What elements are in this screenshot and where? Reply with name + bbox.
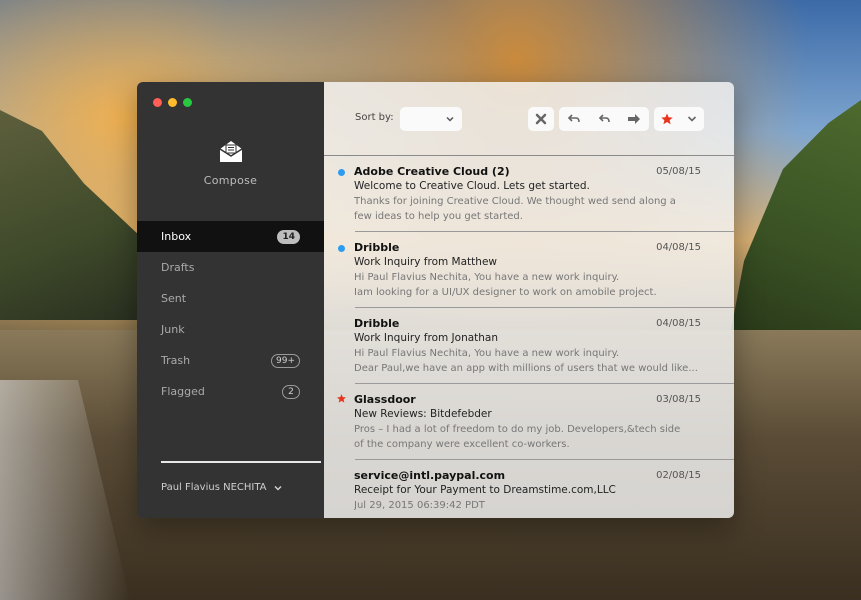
sidebar-item-sent[interactable]: Sent — [137, 283, 324, 314]
flagged-count-badge: 2 — [282, 384, 300, 399]
toolbar: Sort by: — [324, 82, 734, 156]
message-preview: Hi Paul Flavius Nechita, You have a new … — [354, 346, 704, 376]
delete-x-icon — [535, 113, 547, 125]
background-mountain-right — [731, 100, 861, 330]
preview-line: Hi Paul Flavius Nechita, You have a new … — [354, 348, 620, 359]
reply-button[interactable] — [559, 107, 589, 131]
reply-all-button[interactable] — [589, 107, 619, 131]
flag-button[interactable] — [654, 107, 679, 131]
compose-button[interactable]: Compose — [137, 138, 324, 187]
preview-line: Hi Paul Flavius Nechita, You have a new … — [354, 272, 620, 283]
reply-icon — [567, 114, 580, 123]
message-sender: service@intl.paypal.com — [354, 469, 506, 482]
message-date: 02/08/15 — [656, 470, 701, 481]
reply-group — [559, 107, 649, 131]
message-sender: Adobe Creative Cloud (2) — [354, 165, 510, 178]
message-list: Adobe Creative Cloud (2) 05/08/15 Welcom… — [324, 156, 734, 518]
sidebar-item-inbox[interactable]: Inbox 14 — [137, 221, 324, 252]
message-preview: Jul 29, 2015 06:39:42 PDT — [354, 498, 704, 513]
message-preview: Pros – I had a lot of freedom to do my j… — [354, 422, 704, 452]
message-sender: Glassdoor — [354, 393, 416, 406]
preview-line: Thanks for joining Creative Cloud. We th… — [354, 196, 676, 207]
chevron-down-icon — [273, 485, 282, 491]
sort-dropdown[interactable] — [400, 107, 462, 131]
mail-window: Compose Inbox 14 Drafts Sent Junk Trash … — [137, 82, 734, 518]
sort-label: Sort by: — [355, 112, 394, 123]
delete-button[interactable] — [528, 107, 554, 131]
sidebar-item-drafts[interactable]: Drafts — [137, 252, 324, 283]
preview-line: Iam looking for a UI/UX designer to work… — [354, 287, 657, 298]
sidebar: Compose Inbox 14 Drafts Sent Junk Trash … — [137, 82, 324, 518]
message-preview: Thanks for joining Creative Cloud. We th… — [354, 194, 704, 224]
message-date: 04/08/15 — [656, 318, 701, 329]
background-mountain-left — [0, 110, 140, 320]
forward-button[interactable] — [619, 107, 649, 131]
sidebar-item-trash[interactable]: Trash 99+ — [137, 345, 324, 376]
star-icon — [660, 113, 673, 125]
sidebar-item-junk[interactable]: Junk — [137, 314, 324, 345]
message-row[interactable]: service@intl.paypal.com 02/08/15 Receipt… — [324, 460, 734, 518]
preview-line: Jul 29, 2015 06:39:42 PDT — [354, 500, 485, 511]
sidebar-divider — [161, 461, 321, 463]
message-subject: Work Inquiry from Jonathan — [354, 332, 499, 344]
message-preview: Hi Paul Flavius Nechita, You have a new … — [354, 270, 704, 300]
message-row[interactable]: Glassdoor 03/08/15 New Reviews: Bitdefeb… — [324, 384, 734, 460]
minimize-window-button[interactable] — [168, 98, 177, 107]
message-subject: New Reviews: Bitdefebder — [354, 408, 492, 420]
message-list-pane: Sort by: Adobe Creative Cloud (2) 05/08/… — [324, 82, 734, 518]
sidebar-item-flagged[interactable]: Flagged 2 — [137, 376, 324, 407]
flag-group — [654, 107, 704, 131]
sidebar-item-label: Sent — [161, 292, 187, 305]
message-row[interactable]: Adobe Creative Cloud (2) 05/08/15 Welcom… — [324, 156, 734, 232]
sidebar-item-label: Inbox — [161, 230, 192, 243]
zoom-window-button[interactable] — [183, 98, 192, 107]
sidebar-item-label: Junk — [161, 323, 185, 336]
unread-dot-icon — [338, 169, 345, 176]
preview-line: of the company were excellent co-workers… — [354, 439, 570, 450]
sidebar-item-label: Trash — [161, 354, 191, 367]
message-sender: Dribble — [354, 241, 400, 254]
account-switcher[interactable]: Paul Flavius NECHITA — [161, 482, 283, 493]
unread-dot-icon — [338, 245, 345, 252]
message-sender: Dribble — [354, 317, 400, 330]
account-name: Paul Flavius NECHITA — [161, 482, 267, 493]
sidebar-item-label: Drafts — [161, 261, 195, 274]
flag-options-button[interactable] — [679, 107, 704, 131]
message-date: 05/08/15 — [656, 166, 701, 177]
window-controls — [153, 98, 192, 107]
message-date: 03/08/15 — [656, 394, 701, 405]
delete-group — [528, 107, 554, 131]
message-subject: Welcome to Creative Cloud. Lets get star… — [354, 180, 590, 192]
reply-all-icon — [598, 114, 610, 123]
preview-line: few ideas to help you get started. — [354, 211, 523, 222]
sidebar-item-label: Flagged — [161, 385, 205, 398]
unread-count-badge: 14 — [277, 229, 300, 244]
forward-arrow-icon — [628, 114, 640, 124]
trash-count-badge: 99+ — [271, 353, 300, 368]
flag-star-icon — [337, 394, 346, 403]
message-row[interactable]: Dribble 04/08/15 Work Inquiry from Matth… — [324, 232, 734, 308]
envelope-open-icon — [219, 141, 242, 162]
mailbox-nav: Inbox 14 Drafts Sent Junk Trash 99+ Flag… — [137, 221, 324, 407]
message-subject: Work Inquiry from Matthew — [354, 256, 497, 268]
preview-line: Pros – I had a lot of freedom to do my j… — [354, 424, 681, 435]
preview-line: Dear Paul,we have an app with millions o… — [354, 363, 698, 374]
message-date: 04/08/15 — [656, 242, 701, 253]
chevron-down-icon — [446, 116, 454, 122]
message-row[interactable]: Dribble 04/08/15 Work Inquiry from Jonat… — [324, 308, 734, 384]
close-window-button[interactable] — [153, 98, 162, 107]
message-subject: Receipt for Your Payment to Dreamstime.c… — [354, 484, 616, 496]
compose-label: Compose — [203, 174, 258, 187]
chevron-down-icon — [687, 116, 696, 122]
